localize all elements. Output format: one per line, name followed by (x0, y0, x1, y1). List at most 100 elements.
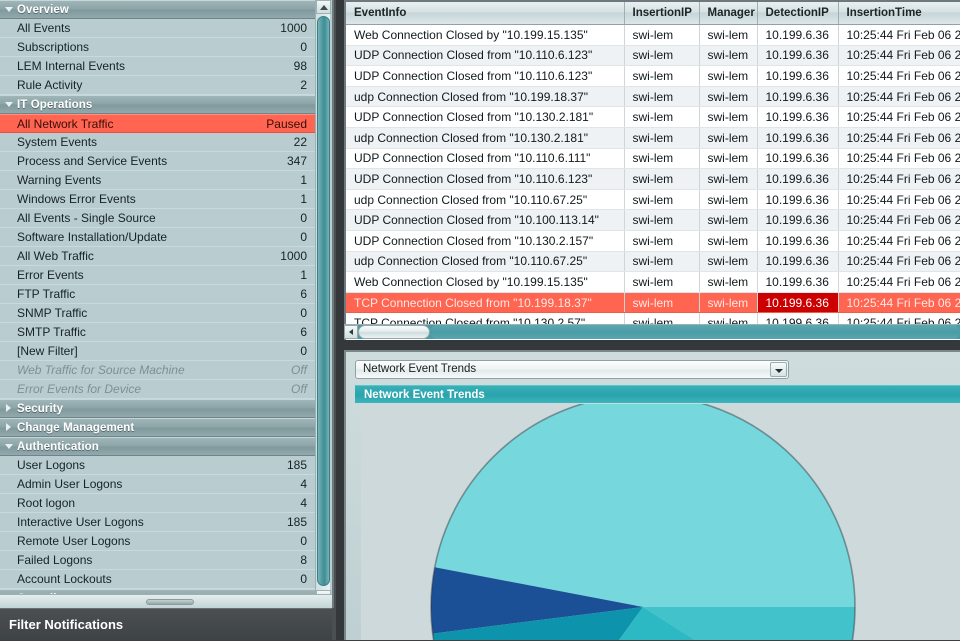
filter-item-account-lockouts[interactable]: Account Lockouts 0 (0, 570, 317, 589)
cell-insertionip[interactable]: swi-lem (624, 251, 700, 273)
cell-eventinfo[interactable]: udp Connection Closed from "10.199.18.37… (346, 86, 625, 108)
cell-manager[interactable]: swi-lem (699, 86, 758, 108)
filter-group-change-management[interactable]: Change Management (0, 418, 317, 437)
pie-slice[interactable] (434, 404, 855, 607)
cell-eventinfo[interactable]: UDP Connection Closed from "10.100.113.1… (346, 209, 625, 231)
table-row[interactable]: UDP Connection Closed from "10.130.2.157… (346, 230, 960, 252)
filter-item-software-installation-update[interactable]: Software Installation/Update 0 (0, 228, 317, 247)
cell-detectionip[interactable]: 10.199.6.36 (757, 271, 839, 293)
cell-manager[interactable]: swi-lem (699, 271, 758, 293)
sidebar-scroll-thumb[interactable] (317, 16, 330, 586)
filter-group-authentication[interactable]: Authentication (0, 437, 317, 456)
cell-manager[interactable]: swi-lem (699, 168, 758, 190)
cell-detectionip[interactable]: 10.199.6.36 (757, 45, 839, 67)
filter-item-new-filter[interactable]: [New Filter] 0 (0, 342, 317, 361)
cell-insertiontime[interactable]: 10:25:44 Fri Feb 06 201 (838, 168, 960, 190)
cell-insertiontime[interactable]: 10:25:44 Fri Feb 06 201 (838, 24, 960, 46)
sidebar-vertical-scrollbar[interactable] (315, 0, 331, 604)
cell-manager[interactable]: swi-lem (699, 292, 758, 314)
grid-hscroll-track[interactable] (430, 325, 960, 339)
table-row[interactable]: UDP Connection Closed from "10.110.6.123… (346, 168, 960, 190)
filter-item-all-events[interactable]: All Events 1000 (0, 19, 317, 38)
table-row[interactable]: udp Connection Closed from "10.110.67.25… (346, 251, 960, 273)
cell-insertiontime[interactable]: 10:25:44 Fri Feb 06 201 (838, 127, 960, 149)
table-row[interactable]: UDP Connection Closed from "10.110.6.123… (346, 45, 960, 67)
cell-insertiontime[interactable]: 10:25:44 Fri Feb 06 201 (838, 209, 960, 231)
filter-item-system-events[interactable]: System Events 22 (0, 133, 317, 152)
column-header-insertionip[interactable]: InsertionIP (624, 2, 700, 25)
cell-detectionip[interactable]: 10.199.6.36 (757, 209, 839, 231)
filter-item-smtp-traffic[interactable]: SMTP Traffic 6 (0, 323, 317, 342)
cell-insertionip[interactable]: swi-lem (624, 189, 700, 211)
cell-eventinfo[interactable]: Web Connection Closed by "10.199.15.135" (346, 271, 625, 293)
filter-item-remote-user-logons[interactable]: Remote User Logons 0 (0, 532, 317, 551)
cell-detectionip[interactable]: 10.199.6.36 (757, 24, 839, 46)
cell-detectionip[interactable]: 10.199.6.36 (757, 230, 839, 252)
cell-insertionip[interactable]: swi-lem (624, 127, 700, 149)
column-header-insertiontime[interactable]: InsertionTime (838, 2, 960, 25)
cell-insertionip[interactable]: swi-lem (624, 86, 700, 108)
cell-manager[interactable]: swi-lem (699, 189, 758, 211)
table-row[interactable]: Web Connection Closed by "10.199.15.135"… (346, 24, 960, 46)
cell-eventinfo[interactable]: TCP Connection Closed from "10.199.18.37… (346, 292, 625, 314)
cell-insertionip[interactable]: swi-lem (624, 148, 700, 170)
cell-insertionip[interactable]: swi-lem (624, 271, 700, 293)
cell-eventinfo[interactable]: UDP Connection Closed from "10.130.2.181… (346, 106, 625, 128)
filter-item-failed-logons[interactable]: Failed Logons 8 (0, 551, 317, 570)
filter-item-snmp-traffic[interactable]: SNMP Traffic 0 (0, 304, 317, 323)
cell-manager[interactable]: swi-lem (699, 24, 758, 46)
cell-detectionip[interactable]: 10.199.6.36 (757, 292, 839, 314)
table-row[interactable]: UDP Connection Closed from "10.110.6.123… (346, 65, 960, 87)
filter-item-interactive-user-logons[interactable]: Interactive User Logons 185 (0, 513, 317, 532)
chart-selector-dropdown[interactable]: Network Event Trends (355, 360, 789, 379)
cell-insertiontime[interactable]: 10:25:44 Fri Feb 06 201 (838, 45, 960, 67)
table-row[interactable]: UDP Connection Closed from "10.100.113.1… (346, 209, 960, 231)
cell-insertionip[interactable]: swi-lem (624, 65, 700, 87)
table-row[interactable]: UDP Connection Closed from "10.130.2.181… (346, 106, 960, 128)
filter-group-security[interactable]: Security (0, 399, 317, 418)
filter-item-all-web-traffic[interactable]: All Web Traffic 1000 (0, 247, 317, 266)
table-row[interactable]: Web Connection Closed by "10.199.15.135"… (346, 271, 960, 293)
cell-manager[interactable]: swi-lem (699, 230, 758, 252)
filter-item-error-events-for-device[interactable]: Error Events for Device Off (0, 380, 317, 399)
sidebar-hscroll-thumb[interactable] (146, 599, 194, 605)
table-row[interactable]: udp Connection Closed from "10.199.18.37… (346, 86, 960, 108)
filter-notifications-bar[interactable]: Filter Notifications (0, 608, 332, 640)
filter-item-web-traffic-for-source-machine[interactable]: Web Traffic for Source Machine Off (0, 361, 317, 380)
cell-manager[interactable]: swi-lem (699, 127, 758, 149)
cell-insertionip[interactable]: swi-lem (624, 292, 700, 314)
filter-item-user-logons[interactable]: User Logons 185 (0, 456, 317, 475)
filter-item-error-events[interactable]: Error Events 1 (0, 266, 317, 285)
cell-eventinfo[interactable]: UDP Connection Closed from "10.110.6.123… (346, 65, 625, 87)
table-row[interactable]: TCP Connection Closed from "10.199.18.37… (346, 292, 960, 314)
cell-manager[interactable]: swi-lem (699, 251, 758, 273)
filter-item-all-events-single-source[interactable]: All Events - Single Source 0 (0, 209, 317, 228)
cell-insertiontime[interactable]: 10:25:44 Fri Feb 06 201 (838, 189, 960, 211)
cell-manager[interactable]: swi-lem (699, 106, 758, 128)
filter-item-ftp-traffic[interactable]: FTP Traffic 6 (0, 285, 317, 304)
filter-item-lem-internal-events[interactable]: LEM Internal Events 98 (0, 57, 317, 76)
filter-item-windows-error-events[interactable]: Windows Error Events 1 (0, 190, 317, 209)
cell-detectionip[interactable]: 10.199.6.36 (757, 251, 839, 273)
filter-item-admin-user-logons[interactable]: Admin User Logons 4 (0, 475, 317, 494)
cell-insertionip[interactable]: swi-lem (624, 209, 700, 231)
cell-insertionip[interactable]: swi-lem (624, 230, 700, 252)
table-row[interactable]: UDP Connection Closed from "10.110.6.111… (346, 148, 960, 170)
cell-insertionip[interactable]: swi-lem (624, 168, 700, 190)
cell-insertionip[interactable]: swi-lem (624, 106, 700, 128)
cell-insertiontime[interactable]: 10:25:44 Fri Feb 06 201 (838, 148, 960, 170)
grid-scroll-left-button[interactable] (344, 325, 358, 339)
chevron-down-icon[interactable] (770, 362, 787, 377)
filter-item-process-and-service-events[interactable]: Process and Service Events 347 (0, 152, 317, 171)
filter-group-it-operations[interactable]: IT Operations (0, 95, 317, 114)
table-row[interactable]: udp Connection Closed from "10.110.67.25… (346, 189, 960, 211)
cell-insertiontime[interactable]: 10:25:44 Fri Feb 06 201 (838, 230, 960, 252)
filter-item-all-network-traffic[interactable]: All Network Traffic Paused (0, 114, 317, 133)
cell-detectionip[interactable]: 10.199.6.36 (757, 168, 839, 190)
cell-eventinfo[interactable]: udp Connection Closed from "10.110.67.25… (346, 189, 625, 211)
cell-eventinfo[interactable]: UDP Connection Closed from "10.110.6.111… (346, 148, 625, 170)
cell-manager[interactable]: swi-lem (699, 148, 758, 170)
cell-detectionip[interactable]: 10.199.6.36 (757, 189, 839, 211)
filter-item-rule-activity[interactable]: Rule Activity 2 (0, 76, 317, 95)
cell-insertiontime[interactable]: 10:25:44 Fri Feb 06 201 (838, 65, 960, 87)
